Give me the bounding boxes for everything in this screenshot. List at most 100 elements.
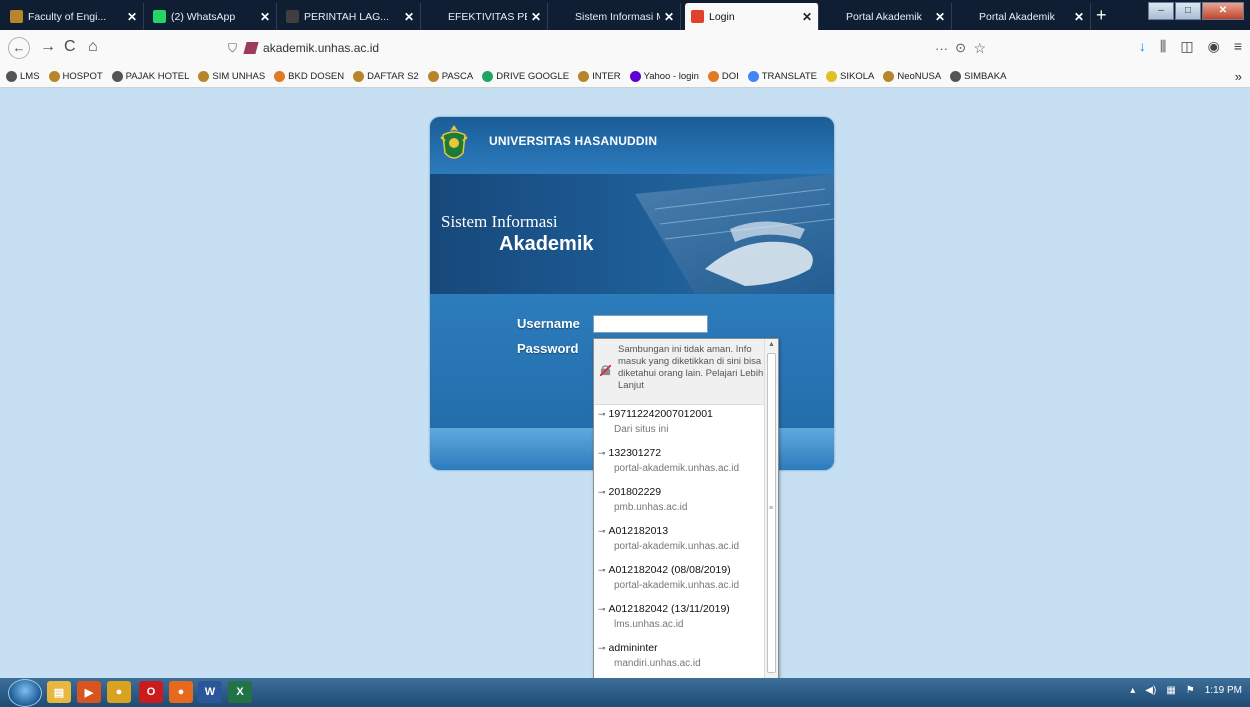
tab-title: Sistem Informasi Ma... [575, 10, 660, 23]
bookmark-item[interactable]: DRIVE GOOGLE [482, 71, 569, 82]
bookmark-item[interactable]: PASCA [427, 71, 473, 82]
taskbar-firefox-icon[interactable]: ● [169, 681, 193, 703]
reload-icon[interactable]: C [64, 38, 76, 56]
saved-login-item[interactable]: ⊸ 132301272 portal-akademik.unhas.ac.id [594, 444, 764, 483]
saved-login-item[interactable]: ⊸ 201802229 pmb.unhas.ac.id [594, 483, 764, 522]
saved-login-item[interactable]: ⊸ admininter mandiri.unhas.ac.id [594, 639, 764, 678]
bookmark-star-icon[interactable]: ☆ [973, 40, 986, 57]
browser-tab[interactable]: Login ✕ [685, 3, 819, 30]
insecure-form-warning[interactable]: Sambungan ini tidak aman. Info masuk yan… [594, 339, 764, 405]
maximize-button[interactable]: □ [1175, 2, 1201, 20]
bookmark-label: DRIVE GOOGLE [496, 71, 570, 82]
bookmark-item[interactable]: TRANSLATE [747, 71, 817, 82]
bookmark-item[interactable]: BKD DOSEN [274, 71, 344, 82]
scroll-up-icon[interactable]: ▲ [768, 341, 775, 348]
tab-close-icon[interactable]: ✕ [664, 10, 674, 24]
bookmark-item[interactable]: DOI [707, 71, 739, 82]
library-icon[interactable]: ⫼ [1160, 38, 1166, 55]
bookmark-item[interactable]: SIKOLA [826, 71, 874, 82]
saved-login-item[interactable]: ⊸ A012182042 (13/11/2019) lms.unhas.ac.id [594, 600, 764, 639]
bookmark-item[interactable]: HOSPOT [48, 71, 103, 82]
tab-close-icon[interactable]: ✕ [260, 10, 270, 24]
bookmark-label: SIM UNHAS [212, 71, 266, 82]
saved-login-username: A012182013 [608, 525, 669, 537]
bookmark-item[interactable]: PAJAK HOTEL [111, 71, 190, 82]
login-header: UNIVERSITAS HASANUDDIN [430, 117, 834, 174]
dropdown-scrollbar[interactable]: ▲ ≡ ▼ [764, 339, 778, 706]
saved-login-username: 201802229 [608, 486, 662, 498]
bookmark-item[interactable]: Yahoo - login [629, 71, 699, 82]
saved-login-username: 132301272 [608, 447, 662, 459]
page-actions-icon[interactable]: ··· [935, 41, 948, 56]
bookmark-favicon-icon [6, 71, 17, 82]
saved-login-item[interactable]: ⊸ A012182013 portal-akademik.unhas.ac.id [594, 522, 764, 561]
taskbar-opera-icon[interactable]: O [139, 681, 163, 703]
browser-tab[interactable]: Portal Akademik ✕ [822, 3, 952, 30]
university-emblem-icon [440, 125, 468, 159]
saved-login-site: pmb.unhas.ac.id [614, 502, 688, 513]
browser-tab[interactable]: Sistem Informasi Ma... ✕ [551, 3, 681, 30]
saved-login-item[interactable]: ⊸ A012182042 (08/08/2019) portal-akademik.… [594, 561, 764, 600]
browser-tab[interactable]: (2) WhatsApp ✕ [147, 3, 277, 30]
tracking-shield-icon[interactable]: ⛉ [228, 41, 237, 56]
pocket-icon[interactable]: ⊙ [955, 40, 966, 56]
scrollbar-thumb[interactable] [767, 353, 776, 673]
saved-login-item[interactable]: ⊸ 197112242007012001 Dari situs ini [594, 405, 764, 444]
bookmark-item[interactable]: INTER [578, 71, 621, 82]
close-window-button[interactable]: ✕ [1202, 2, 1244, 20]
tab-close-icon[interactable]: ✕ [802, 10, 812, 24]
insecure-lock-icon[interactable] [243, 42, 259, 54]
taskbar-excel-icon[interactable]: X [228, 681, 252, 703]
key-icon: ⊸ [598, 525, 606, 536]
tab-close-icon[interactable]: ✕ [1074, 10, 1084, 24]
taskbar-chrome-icon[interactable]: ● [107, 681, 131, 703]
keyboard-hand-image [635, 174, 834, 294]
username-input[interactable] [593, 315, 708, 333]
tab-close-icon[interactable]: ✕ [404, 10, 414, 24]
browser-tab[interactable]: Portal Akademik ✕ [955, 3, 1091, 30]
clock[interactable]: 1:19 PM [1205, 685, 1242, 696]
bookmark-label: PAJAK HOTEL [125, 71, 190, 82]
minimize-button[interactable]: – [1148, 2, 1174, 20]
start-button[interactable] [8, 679, 42, 707]
forward-arrow-icon[interactable]: → [40, 38, 56, 56]
bookmarks-overflow-button[interactable]: » [1235, 69, 1242, 84]
browser-tab[interactable]: EFEKTIVITAS PENER... ✕ [424, 3, 548, 30]
tab-favicon-icon [153, 10, 166, 23]
bookmark-item[interactable]: SIMBAKA [950, 71, 1006, 82]
bookmark-item[interactable]: LMS [6, 71, 40, 82]
taskbar-word-icon[interactable]: W [198, 681, 222, 703]
new-tab-button[interactable]: + [1096, 5, 1107, 26]
bookmark-label: SIKOLA [840, 71, 875, 82]
warning-text: Sambungan ini tidak aman. Info masuk yan… [618, 344, 764, 391]
taskbar-explorer-icon[interactable]: ▤ [47, 681, 71, 703]
flag-icon[interactable]: ⚑ [1186, 685, 1195, 696]
browser-tab[interactable]: Faculty of Engi... ✕ [4, 3, 144, 30]
password-label: Password [517, 341, 579, 356]
taskbar-media-icon[interactable]: ▶ [77, 681, 101, 703]
tab-close-icon[interactable]: ✕ [127, 10, 137, 24]
bookmark-item[interactable]: DAFTAR S2 [353, 71, 419, 82]
volume-icon[interactable]: ◀) [1145, 685, 1156, 696]
bookmark-favicon-icon [274, 71, 286, 82]
bookmark-label: DOI [721, 71, 739, 82]
network-icon[interactable]: ▦ [1166, 685, 1175, 696]
back-arrow-icon[interactable]: ← [8, 37, 30, 59]
bookmark-item[interactable]: NeoNUSA [883, 71, 941, 82]
tab-close-icon[interactable]: ✕ [935, 10, 945, 24]
show-hidden-icons-icon[interactable]: ▴ [1130, 685, 1135, 696]
account-icon[interactable]: ◉ [1208, 38, 1220, 55]
download-icon[interactable]: ↓ [1139, 38, 1146, 55]
home-icon[interactable]: ⌂ [88, 38, 98, 56]
bookmark-item[interactable]: SIM UNHAS [198, 71, 265, 82]
saved-login-user-row: ⊸ admininter [598, 642, 764, 654]
tab-favicon-icon [961, 10, 974, 23]
system-tray: ▴ ◀) ▦ ⚑ 1:19 PM [1130, 685, 1242, 696]
menu-icon[interactable]: ≡ [1234, 38, 1242, 55]
url-text[interactable]: akademik.unhas.ac.id [263, 41, 379, 55]
browser-tab[interactable]: PERINTAH LAG... ✕ [280, 3, 421, 30]
address-bar[interactable]: ⛉ akademik.unhas.ac.id ··· ⊙ ☆ [228, 36, 988, 60]
sidebar-icon[interactable]: ◫ [1180, 38, 1193, 55]
saved-logins-dropdown[interactable]: Sambungan ini tidak aman. Info masuk yan… [593, 338, 779, 707]
tab-close-icon[interactable]: ✕ [531, 10, 541, 24]
